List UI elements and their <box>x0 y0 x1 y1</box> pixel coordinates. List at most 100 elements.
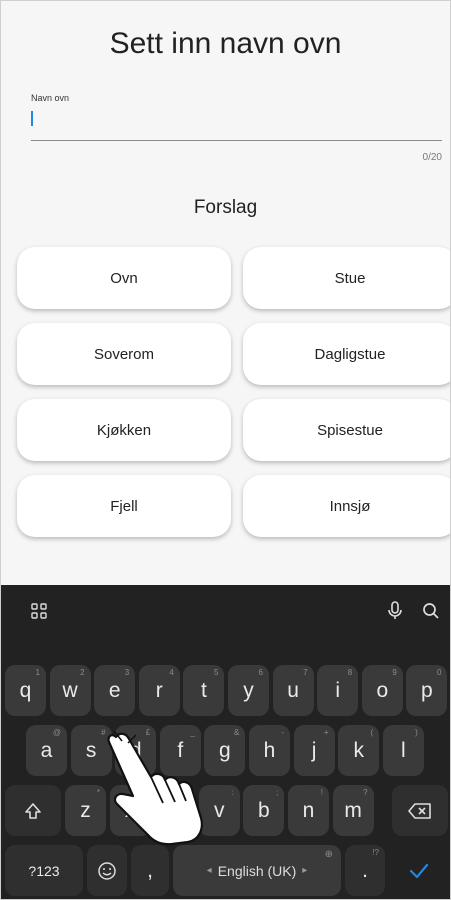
key-l[interactable]: l) <box>382 725 424 776</box>
key-label: n <box>302 798 315 822</box>
key-label: p <box>421 678 433 702</box>
key-o[interactable]: o9 <box>361 665 403 716</box>
suggestion-chip-innsjo[interactable]: Innsjø <box>243 475 450 537</box>
comma-key[interactable]: , <box>131 845 169 896</box>
period-key-hint: !? <box>372 848 379 857</box>
key-hint: 8 <box>347 668 353 677</box>
suggestion-chip-stue[interactable]: Stue <box>243 247 450 309</box>
key-hint: 6 <box>258 668 263 677</box>
key-label: y <box>243 678 254 702</box>
backspace-icon <box>408 802 431 819</box>
key-label: u <box>287 678 299 702</box>
key-label: o <box>376 678 389 702</box>
space-bar-label: English (UK) <box>217 862 297 879</box>
key-hint: ? <box>363 788 368 797</box>
space-bar[interactable]: ◂ English (UK) ▸ ⊕ <box>173 845 341 896</box>
key-hint: ) <box>415 728 418 737</box>
key-hint: 7 <box>303 668 308 677</box>
key-label: m <box>344 798 362 822</box>
backspace-key[interactable] <box>392 785 448 836</box>
key-hint: 2 <box>80 668 85 677</box>
key-i[interactable]: i8 <box>317 665 359 716</box>
key-hint: ; <box>276 788 279 797</box>
key-label: v <box>214 798 225 822</box>
key-label: j <box>311 738 317 762</box>
comma-key-label: , <box>147 858 153 882</box>
character-counter: 0/20 <box>422 152 442 163</box>
key-label: b <box>258 798 270 822</box>
on-screen-keyboard: q1w2e3r4t5y6u7i8o9p0 a@s#d£f_g&h-j+k(l) … <box>1 585 450 899</box>
suggestion-chip-spisestue[interactable]: Spisestue <box>243 399 450 461</box>
emoji-key[interactable] <box>87 845 127 896</box>
text-cursor <box>31 111 33 126</box>
key-e[interactable]: e3 <box>94 665 136 716</box>
period-key-label: . <box>362 858 368 882</box>
key-label: a <box>40 738 53 762</box>
symbols-key[interactable]: ?123 <box>5 845 83 896</box>
shift-icon <box>25 802 41 819</box>
mic-icon[interactable] <box>385 601 405 621</box>
key-hint: ( <box>370 728 374 737</box>
suggestion-chip-soverom[interactable]: Soverom <box>17 323 231 385</box>
shift-key[interactable] <box>5 785 61 836</box>
key-j[interactable]: j + <box>293 725 335 776</box>
globe-icon: ⊕ <box>324 849 333 860</box>
name-field-underline <box>31 140 442 141</box>
key-hint: @ <box>52 728 61 737</box>
grid-icon[interactable] <box>29 601 49 621</box>
key-label: i <box>335 678 341 702</box>
search-icon[interactable] <box>421 601 441 621</box>
suggestion-chip-dagligstue[interactable]: Dagligstue <box>243 323 450 385</box>
key-label: q <box>19 678 32 702</box>
key-label: e <box>108 678 121 702</box>
key-a[interactable]: a @ <box>26 725 67 776</box>
tap-gesture-hand-icon <box>107 730 203 846</box>
key-w[interactable]: w2 <box>49 665 91 716</box>
key-label: t <box>200 678 207 702</box>
key-hint: : <box>231 788 234 797</box>
key-hint: - <box>281 728 284 737</box>
key-label: s <box>85 738 97 762</box>
key-hint: 3 <box>124 668 130 677</box>
key-n[interactable]: n! <box>288 785 329 836</box>
suggestions-heading: Forslag <box>193 197 258 218</box>
suggestion-chip-ovn[interactable]: Ovn <box>17 247 231 309</box>
chevron-right-icon: ▸ <box>302 865 308 876</box>
key-p[interactable]: p0 <box>406 665 448 716</box>
key-b[interactable]: b; <box>243 785 285 836</box>
period-key[interactable]: . !? <box>345 845 385 896</box>
key-hint: + <box>323 728 329 737</box>
emoji-icon <box>98 861 116 880</box>
key-label: z <box>80 798 91 822</box>
key-hint: 9 <box>392 668 397 677</box>
key-q[interactable]: q1 <box>5 665 46 716</box>
key-label: l <box>400 738 406 762</box>
key-label: g <box>219 738 231 762</box>
key-hint: 0 <box>436 668 442 677</box>
suggestion-chip-kjokken[interactable]: Kjøkken <box>17 399 231 461</box>
key-h[interactable]: h- <box>249 725 290 776</box>
key-g[interactable]: g & <box>204 725 246 776</box>
key-hint: & <box>234 728 240 737</box>
key-label: h <box>263 738 276 762</box>
key-y[interactable]: y6 <box>228 665 269 716</box>
key-t[interactable]: t5 <box>183 665 225 716</box>
key-label: w <box>62 678 78 702</box>
enter-key[interactable] <box>389 845 448 896</box>
checkmark-icon <box>409 863 428 878</box>
screen: Sett inn navn ovn Navn ovn 0/20 Forslag … <box>0 0 451 900</box>
key-u[interactable]: u7 <box>272 665 314 716</box>
name-field[interactable] <box>31 101 442 141</box>
key-hint: ! <box>320 788 323 797</box>
key-hint: 4 <box>169 668 174 677</box>
page-title: Sett inn navn ovn <box>109 27 342 60</box>
key-label: r <box>155 678 163 702</box>
suggestion-chip-fjell[interactable]: Fjell <box>17 475 231 537</box>
chevron-left-icon: ◂ <box>206 865 212 876</box>
key-k[interactable]: k( <box>338 725 380 776</box>
key-r[interactable]: r4 <box>138 665 180 716</box>
key-hint: 5 <box>213 668 219 677</box>
key-m[interactable]: m? <box>332 785 374 836</box>
key-label: k <box>353 738 364 762</box>
key-hint: 1 <box>35 668 40 677</box>
